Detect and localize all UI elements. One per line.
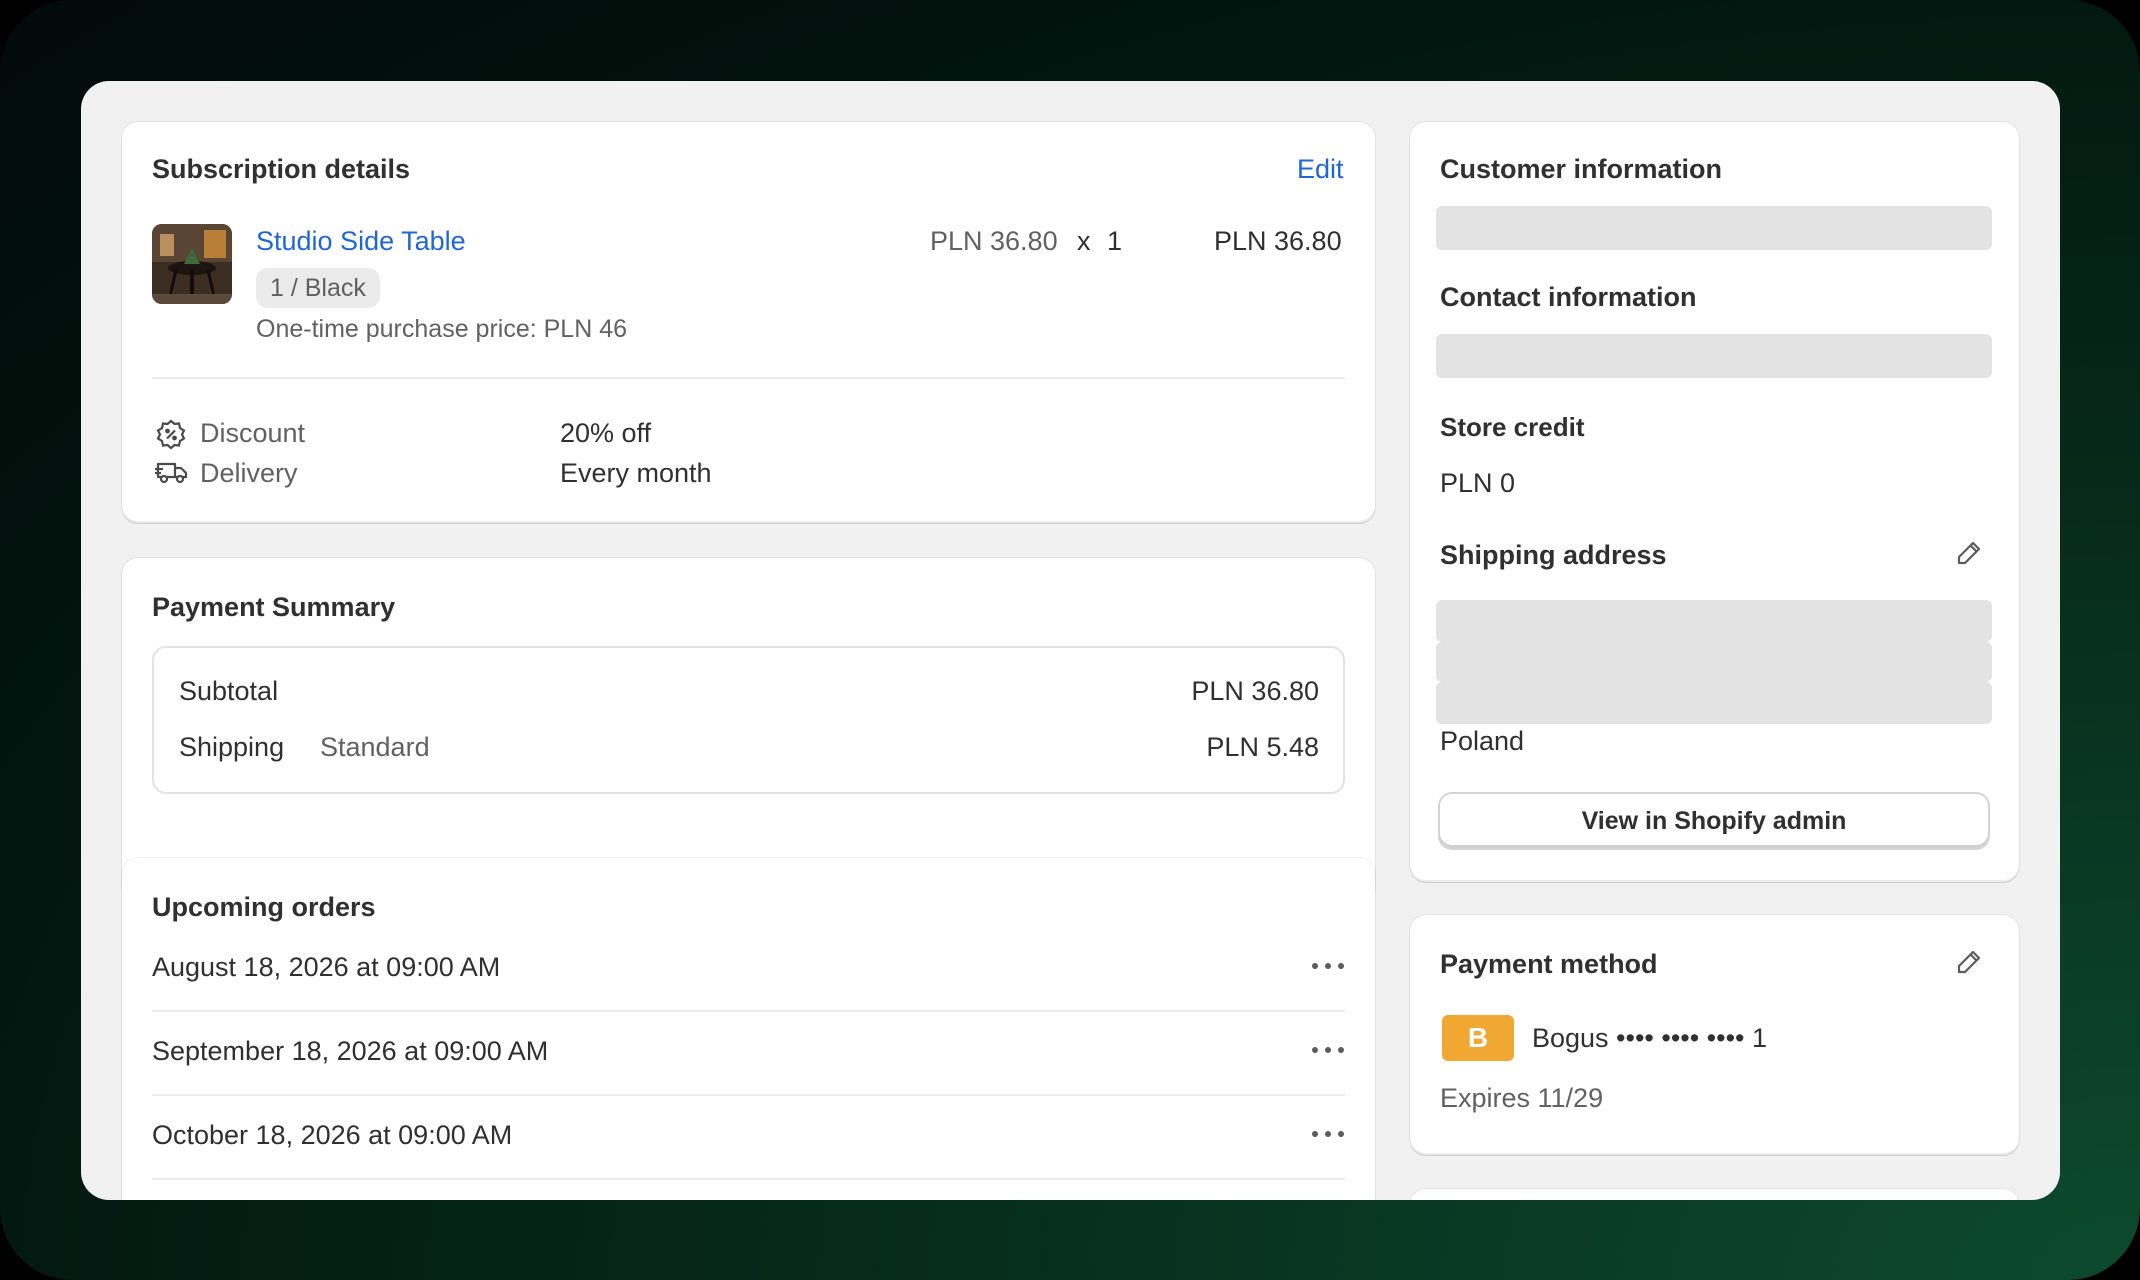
product-thumbnail[interactable] — [152, 224, 232, 304]
upcoming-orders-card: Upcoming orders August 18, 2026 at 09:00… — [122, 858, 1375, 1200]
address-line-placeholder — [1436, 682, 1992, 724]
discount-label: Discount — [200, 418, 306, 448]
variant-badge: 1 / Black — [256, 268, 380, 308]
shipping-label: Shipping — [179, 732, 285, 762]
customer-information-title: Customer information — [1440, 154, 1723, 184]
discount-icon — [155, 418, 187, 450]
subscription-divider — [152, 377, 1345, 379]
discount-value: 20% off — [560, 418, 652, 448]
customer-information-card: Customer information Contact information… — [1410, 122, 2019, 882]
view-in-admin-label: View in Shopify admin — [1581, 806, 1847, 835]
address-line-placeholder — [1436, 600, 1992, 642]
delivery-value: Every month — [560, 458, 712, 488]
order-divider — [152, 1010, 1345, 1012]
line-total: PLN 36.80 — [1214, 226, 1342, 256]
payment-summary-card: Payment Summary Subtotal PLN 36.80 Shipp… — [122, 558, 1375, 904]
address-line-placeholder — [1436, 642, 1992, 682]
subtotal-value: PLN 36.80 — [1191, 676, 1319, 706]
payment-summary-title: Payment Summary — [152, 592, 396, 622]
multiply-sign: x — [1077, 226, 1091, 256]
unit-price: PLN 36.80 — [930, 226, 1058, 256]
view-in-admin-button[interactable]: View in Shopify admin — [1440, 794, 1988, 848]
subscription-details-title: Subscription details — [152, 154, 411, 184]
card-expiry: Expires 11/29 — [1440, 1083, 1604, 1113]
app-frame: Subscription details Edit Studio Side Ta… — [0, 0, 2140, 1280]
store-credit-value: PLN 0 — [1440, 468, 1516, 498]
order-divider — [152, 1094, 1345, 1096]
payment-summary-box: Subtotal PLN 36.80 Shipping Standard PLN… — [152, 646, 1345, 794]
store-credit-title: Store credit — [1440, 412, 1585, 442]
variant-label: 1 / Black — [270, 273, 366, 302]
shipping-method: Standard — [320, 732, 430, 762]
shipping-country: Poland — [1440, 726, 1525, 756]
subtotal-label: Subtotal — [179, 676, 279, 706]
quantity: 1 — [1107, 226, 1123, 256]
product-name-link[interactable]: Studio Side Table — [256, 226, 466, 257]
order-actions-icon[interactable] — [1312, 1128, 1344, 1140]
edit-subscription-link[interactable]: Edit — [1297, 154, 1344, 185]
upcoming-order-date: September 18, 2026 at 09:00 AM — [152, 1036, 549, 1066]
payment-method-title: Payment method — [1440, 949, 1658, 979]
next-card-partial — [1410, 1189, 2019, 1200]
card-brand-logo: B — [1442, 1015, 1514, 1061]
delivery-truck-icon — [155, 458, 189, 486]
card-brand-letter: B — [1467, 1022, 1489, 1053]
order-actions-icon[interactable] — [1312, 1044, 1344, 1056]
subscription-details-card: Subscription details Edit Studio Side Ta… — [122, 122, 1375, 523]
upcoming-order-date: August 18, 2026 at 09:00 AM — [152, 952, 501, 982]
order-divider — [152, 1178, 1345, 1180]
shipping-value: PLN 5.48 — [1206, 732, 1319, 762]
upcoming-orders-title: Upcoming orders — [152, 892, 376, 922]
card-number: Bogus •••• •••• •••• 1 — [1532, 1023, 1768, 1053]
edit-pencil-icon[interactable] — [1954, 947, 1984, 977]
shipping-address-title: Shipping address — [1440, 540, 1667, 570]
upcoming-order-date: October 18, 2026 at 09:00 AM — [152, 1120, 513, 1150]
one-time-price-text: One-time purchase price: PLN 46 — [256, 315, 628, 343]
contact-information-title: Contact information — [1440, 282, 1697, 312]
customer-name-placeholder — [1436, 206, 1992, 250]
app-window: Subscription details Edit Studio Side Ta… — [81, 81, 2060, 1200]
payment-method-card: Payment method B Bogus •••• •••• •••• 1 … — [1410, 915, 2019, 1155]
edit-pencil-icon[interactable] — [1954, 538, 1984, 568]
delivery-label: Delivery — [200, 458, 298, 488]
contact-placeholder — [1436, 334, 1992, 378]
order-actions-icon[interactable] — [1312, 960, 1344, 972]
